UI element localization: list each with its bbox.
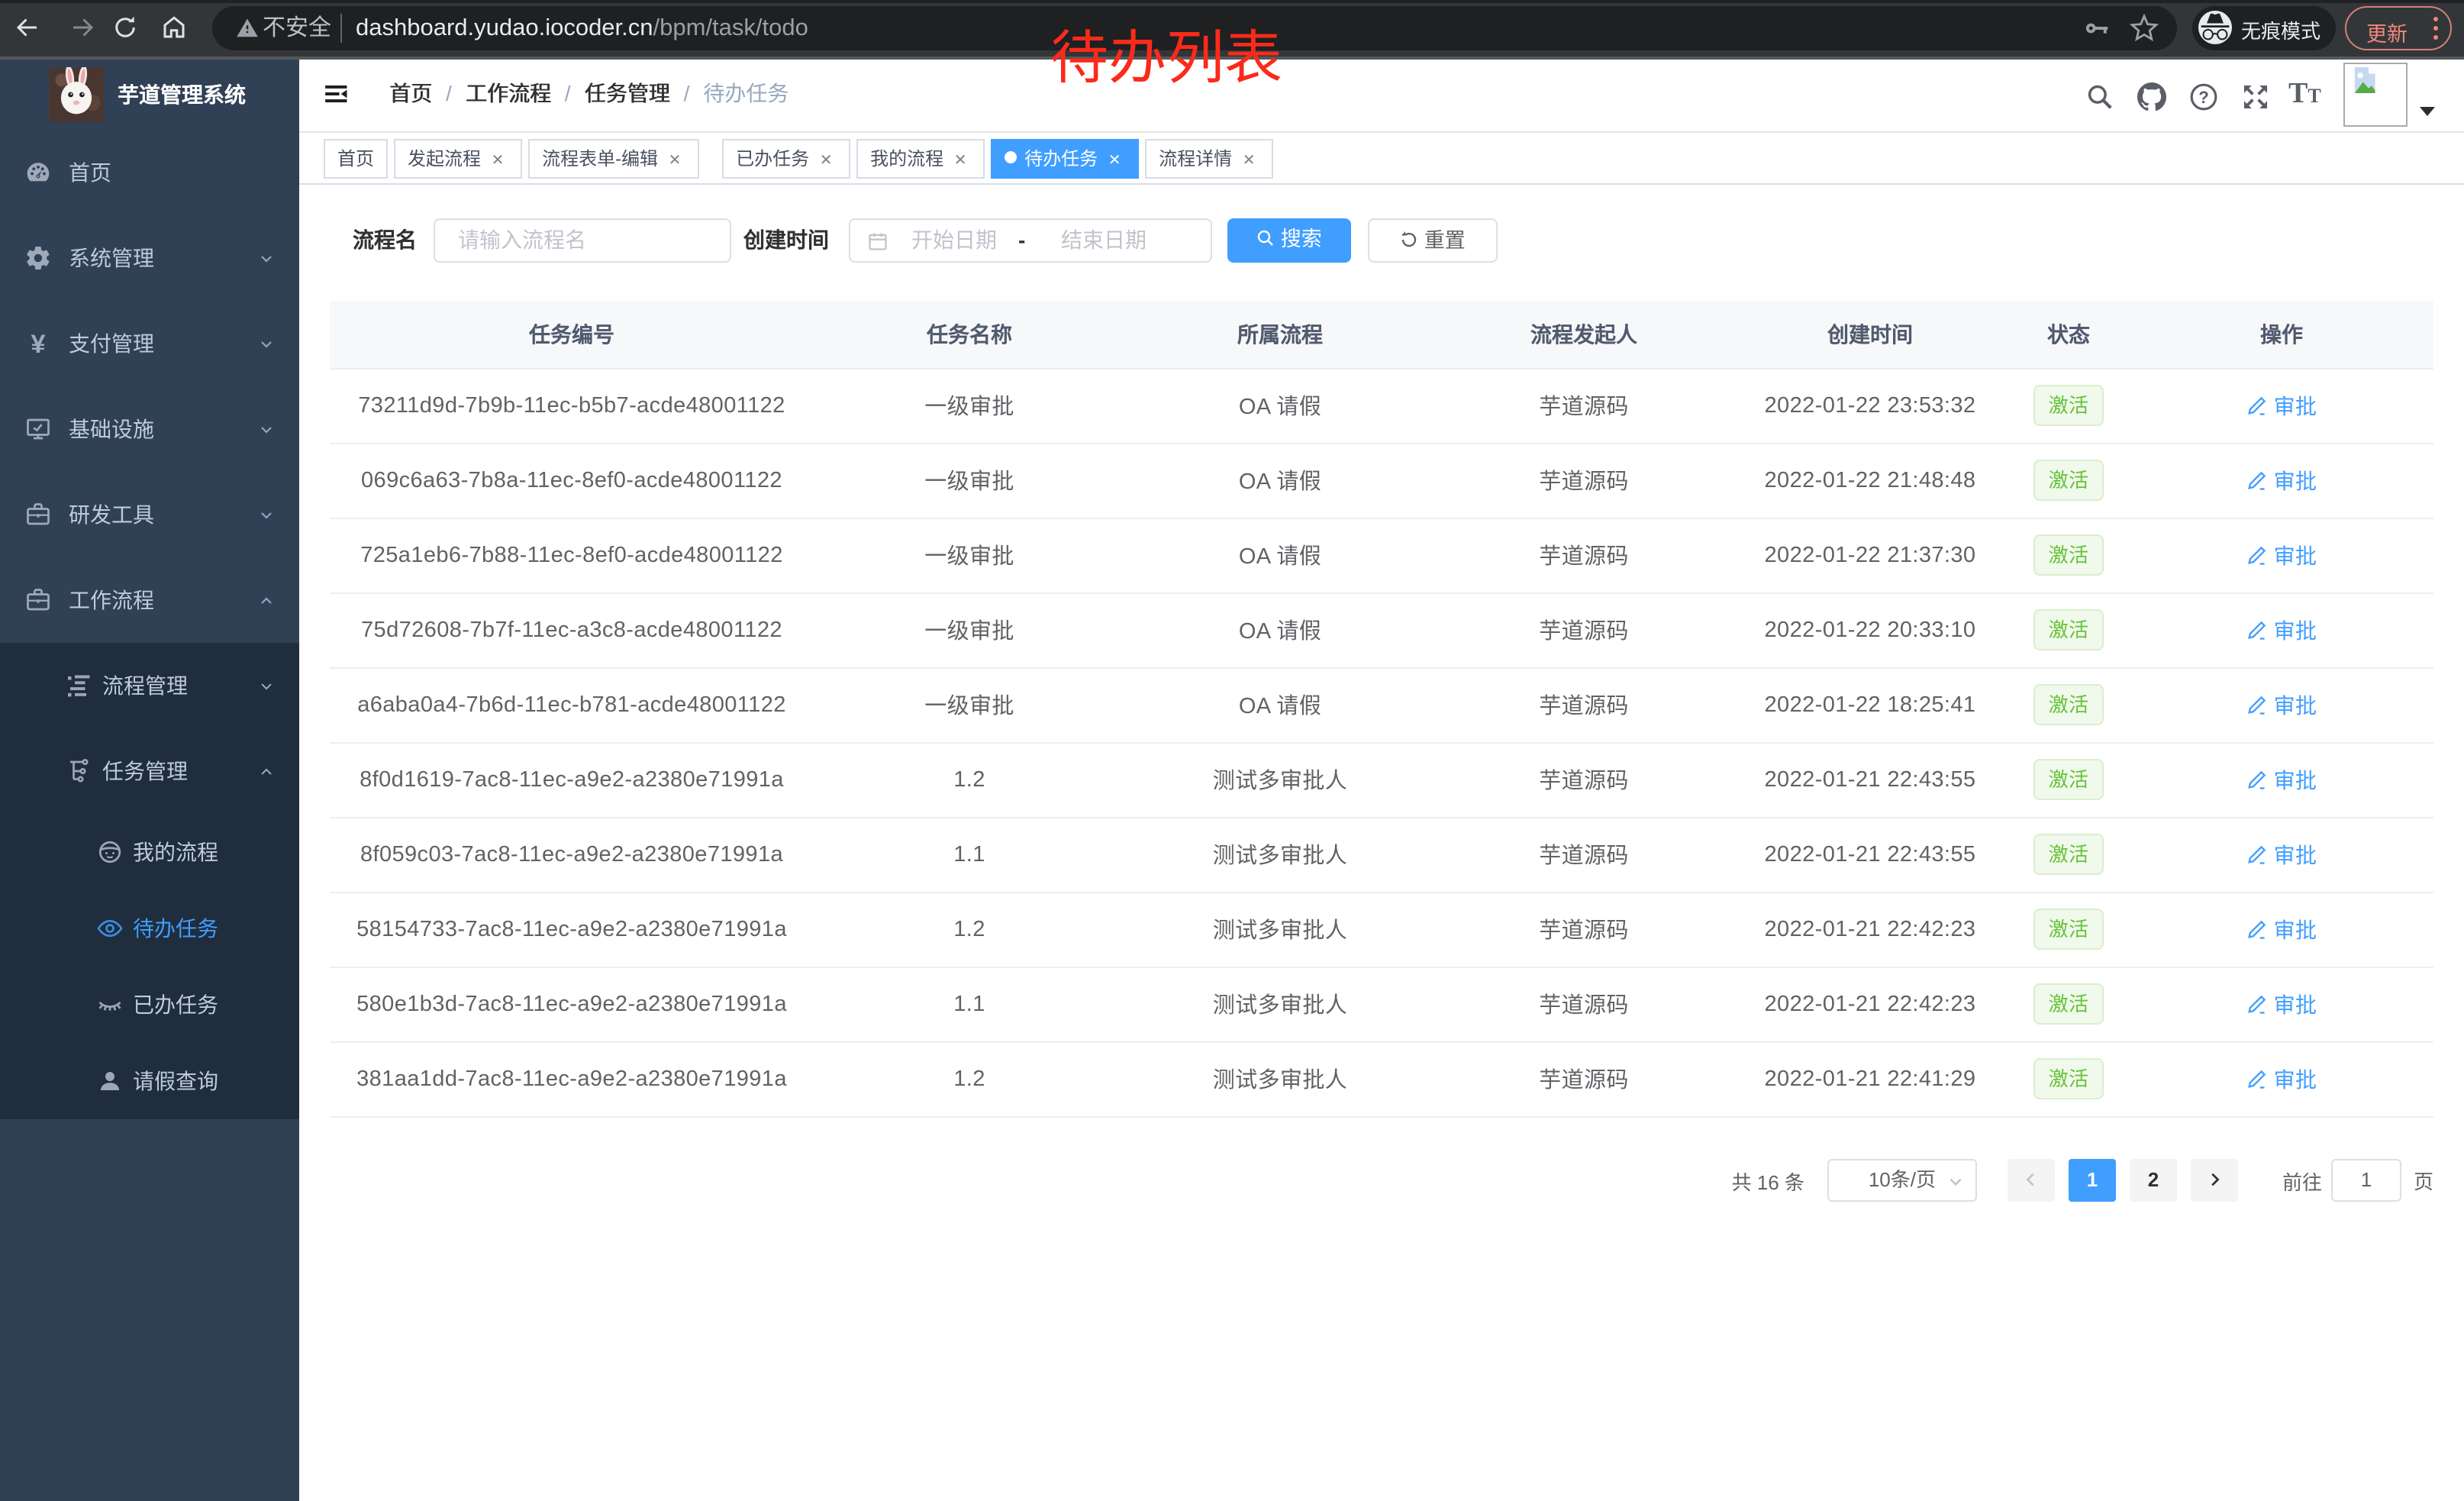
svg-text:¥: ¥ [31,330,46,357]
svg-text:?: ? [2198,87,2209,106]
